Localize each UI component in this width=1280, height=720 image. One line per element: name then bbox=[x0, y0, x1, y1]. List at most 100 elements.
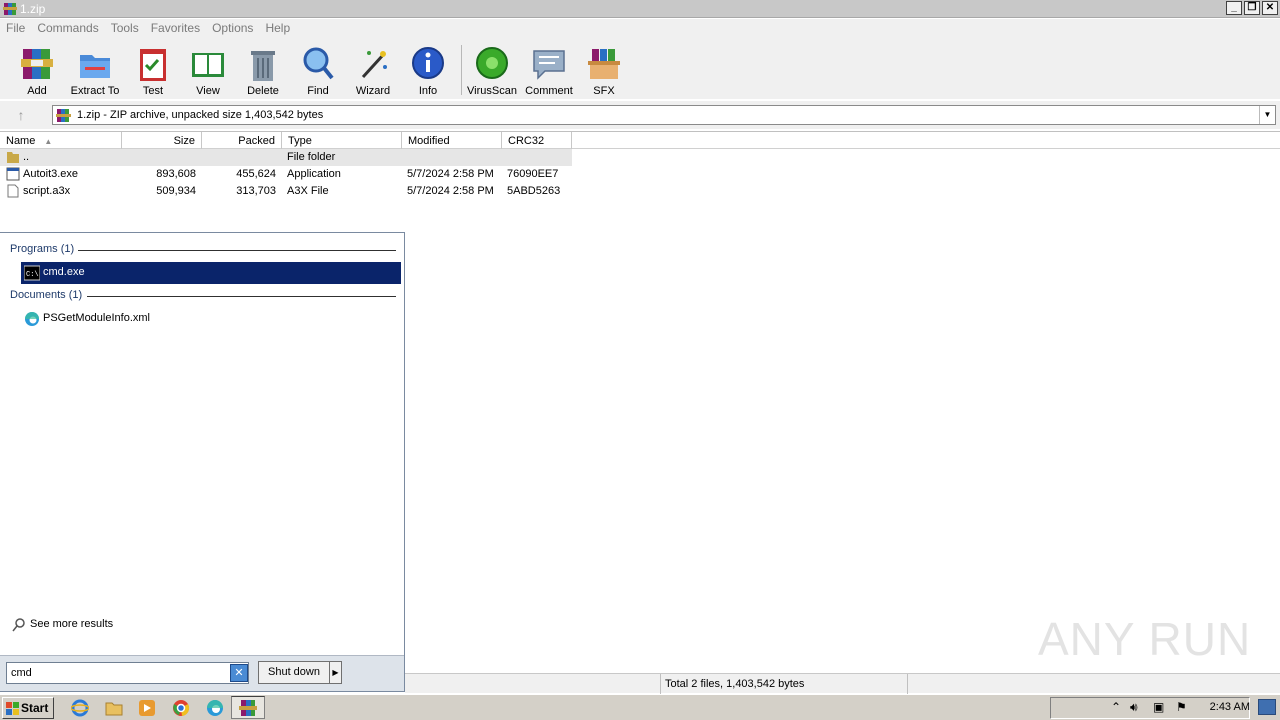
table-row[interactable]: Autoit3.exe 893,608 455,624 Application … bbox=[0, 166, 572, 183]
view-button[interactable]: View bbox=[180, 45, 236, 97]
clear-search-button[interactable]: ✕ bbox=[230, 664, 248, 682]
column-crc32[interactable]: CRC32 bbox=[502, 132, 572, 149]
virusscan-button[interactable]: VirusScan bbox=[464, 45, 520, 97]
table-row[interactable]: .. File folder bbox=[0, 149, 572, 166]
trash-can-icon bbox=[251, 51, 275, 81]
start-button[interactable]: Start bbox=[2, 697, 54, 719]
sort-up-icon: ▲ bbox=[44, 137, 53, 146]
address-bar: ↑ 1.zip - ZIP archive, unpacked size 1,4… bbox=[0, 101, 1280, 129]
comment-button[interactable]: Comment bbox=[521, 45, 577, 97]
svg-text:C:\: C:\ bbox=[26, 271, 39, 279]
winrar-icon bbox=[239, 700, 257, 716]
column-name[interactable]: Name ▲ bbox=[0, 132, 122, 149]
cmd-icon: C:\ bbox=[24, 265, 40, 281]
column-packed[interactable]: Packed bbox=[202, 132, 282, 149]
address-dropdown-button[interactable]: ▼ bbox=[1259, 106, 1275, 124]
media-player-icon[interactable] bbox=[138, 699, 156, 717]
search-input[interactable] bbox=[7, 663, 225, 683]
chevron-down-icon: ▼ bbox=[1263, 110, 1272, 119]
chevron-up-icon[interactable]: ⌃ bbox=[1111, 700, 1121, 714]
status-total: Total 2 files, 1,403,542 bytes bbox=[665, 678, 805, 690]
documents-group-header: Documents (1) bbox=[10, 289, 83, 301]
column-modified[interactable]: Modified bbox=[402, 132, 502, 149]
up-folder-button[interactable]: ↑ bbox=[8, 106, 34, 124]
menu-commands[interactable]: Commands bbox=[31, 19, 104, 37]
taskbar: Start ⌃ 🔊︎ ▣ ⚑ 2:43 AM bbox=[0, 694, 1280, 720]
find-button[interactable]: Find bbox=[290, 45, 346, 97]
file-explorer-icon[interactable] bbox=[105, 699, 123, 717]
close-icon: ✕ bbox=[234, 667, 244, 679]
edge-icon bbox=[25, 312, 39, 326]
virus-scan-icon bbox=[476, 47, 508, 79]
toolbar: Add Extract To Test View Delete Find Wiz… bbox=[0, 37, 1280, 99]
programs-group-header: Programs (1) bbox=[10, 243, 75, 255]
menu-favorites[interactable]: Favorites bbox=[145, 19, 206, 37]
start-menu-search-results: Programs (1) C:\ cmd.exe Documents (1) P… bbox=[0, 232, 405, 692]
extract-to-button[interactable]: Extract To bbox=[67, 45, 123, 97]
chrome-icon[interactable] bbox=[172, 699, 190, 717]
minimize-button[interactable]: _ bbox=[1226, 1, 1242, 15]
windows-logo-icon bbox=[6, 702, 19, 715]
comment-icon bbox=[533, 50, 565, 80]
file-icon bbox=[7, 184, 19, 198]
wizard-button[interactable]: Wizard bbox=[345, 45, 401, 97]
status-bar: Total 2 files, 1,403,542 bytes bbox=[405, 673, 1280, 694]
address-field[interactable]: 1.zip - ZIP archive, unpacked size 1,403… bbox=[52, 105, 1276, 125]
close-button[interactable]: ✕ bbox=[1262, 1, 1278, 15]
info-icon bbox=[412, 47, 444, 79]
divider bbox=[78, 250, 396, 251]
result-psgetmoduleinfo[interactable]: PSGetModuleInfo.xml bbox=[21, 308, 401, 330]
extract-folder-icon bbox=[80, 55, 110, 78]
clock[interactable]: 2:43 AM bbox=[1210, 701, 1250, 713]
info-button[interactable]: Info bbox=[400, 45, 456, 97]
sfx-button[interactable]: SFX bbox=[576, 45, 632, 97]
column-size[interactable]: Size bbox=[122, 132, 202, 149]
internet-explorer-icon[interactable] bbox=[71, 699, 89, 717]
menu-tools[interactable]: Tools bbox=[105, 19, 145, 37]
network-icon[interactable]: ▣ bbox=[1153, 700, 1164, 714]
application-icon bbox=[6, 167, 20, 181]
sfx-box-icon bbox=[588, 49, 620, 79]
column-type[interactable]: Type bbox=[282, 132, 402, 149]
shutdown-button[interactable]: Shut down bbox=[258, 661, 330, 684]
search-box: ✕ bbox=[6, 662, 249, 684]
file-list-header: Name ▲ Size Packed Type Modified CRC32 bbox=[0, 131, 1280, 149]
taskbar-winrar-button[interactable] bbox=[231, 696, 265, 719]
restore-button[interactable]: ❐ bbox=[1244, 1, 1260, 15]
search-icon bbox=[12, 618, 25, 632]
test-clipboard-icon bbox=[140, 49, 166, 81]
divider bbox=[907, 674, 908, 694]
start-menu-bottom-bar: ✕ Shut down ▶ bbox=[0, 655, 404, 691]
test-button[interactable]: Test bbox=[125, 45, 181, 97]
chevron-right-icon: ▶ bbox=[332, 668, 339, 677]
volume-icon[interactable]: 🔊︎ bbox=[1130, 700, 1138, 715]
window-title: 1.zip bbox=[20, 2, 46, 16]
toolbar-separator bbox=[461, 45, 462, 95]
anyrun-watermark: ANY RUN bbox=[1038, 613, 1252, 665]
menu-options[interactable]: Options bbox=[206, 19, 259, 37]
divider bbox=[660, 674, 661, 694]
add-button[interactable]: Add bbox=[9, 45, 65, 97]
address-text: 1.zip - ZIP archive, unpacked size 1,403… bbox=[77, 109, 324, 121]
table-row[interactable]: script.a3x 509,934 313,703 A3X File 5/7/… bbox=[0, 183, 572, 200]
title-bar: 1.zip _ ❐ ✕ bbox=[0, 0, 1280, 18]
menu-file[interactable]: File bbox=[0, 19, 31, 37]
menu-help[interactable]: Help bbox=[259, 19, 296, 37]
edge-icon[interactable] bbox=[206, 699, 224, 717]
magnifier-icon bbox=[303, 47, 334, 80]
menu-bar: File Commands Tools Favorites Options He… bbox=[0, 19, 1280, 37]
divider bbox=[87, 296, 396, 297]
shutdown-options-button[interactable]: ▶ bbox=[329, 661, 342, 684]
folder-icon bbox=[7, 152, 19, 163]
result-cmd-exe[interactable]: C:\ cmd.exe bbox=[21, 262, 401, 284]
archive-icon bbox=[56, 109, 71, 122]
see-more-results-link[interactable]: See more results bbox=[12, 618, 113, 632]
add-archive-icon bbox=[21, 49, 53, 79]
action-center-flag-icon[interactable]: ⚑ bbox=[1176, 700, 1187, 714]
view-book-icon bbox=[192, 53, 224, 77]
magic-wand-icon bbox=[361, 51, 387, 79]
up-arrow-icon: ↑ bbox=[17, 107, 25, 123]
winrar-icon bbox=[3, 3, 17, 15]
show-desktop-button[interactable] bbox=[1258, 699, 1276, 715]
delete-button[interactable]: Delete bbox=[235, 45, 291, 97]
